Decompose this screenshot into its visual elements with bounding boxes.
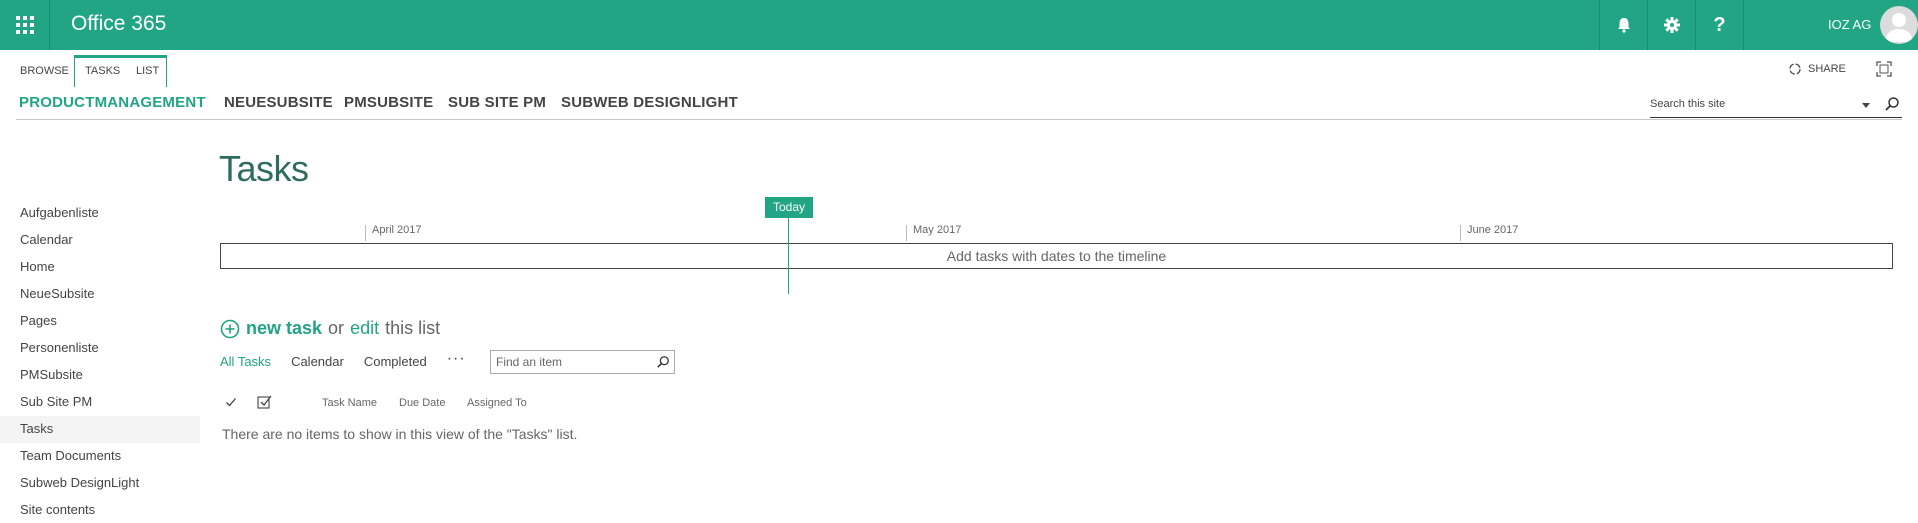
bell-icon: [1617, 18, 1630, 33]
column-header-assigned-to[interactable]: Assigned To: [467, 397, 527, 409]
help-icon: ?: [1713, 13, 1726, 36]
column-header-due-date[interactable]: Due Date: [399, 397, 445, 409]
quicklaunch-item-aufgabenliste[interactable]: Aufgabenliste: [0, 200, 200, 227]
find-item-box: [490, 350, 675, 374]
timeline: April 2017 May 2017 June 2017 Add tasks …: [220, 197, 1893, 297]
search-icon[interactable]: [656, 355, 670, 369]
settings-button[interactable]: [1647, 0, 1695, 50]
topnav-item-neuesubsite[interactable]: NEUESUBSITE: [224, 94, 333, 111]
more-views-icon[interactable]: ···: [447, 350, 466, 368]
new-task-link[interactable]: new task: [246, 318, 322, 339]
timeline-month-may: May 2017: [906, 225, 961, 241]
empty-list-message: There are no items to show in this view …: [222, 426, 578, 442]
site-search-input[interactable]: [1650, 95, 1850, 110]
share-icon: [1789, 63, 1801, 75]
edit-list-link[interactable]: edit: [350, 318, 379, 339]
ribbon-tab-tasks[interactable]: TASKS: [85, 56, 120, 86]
topnav-item-pmsubsite[interactable]: PMSUBSITE: [344, 94, 433, 111]
today-marker: Today: [765, 197, 813, 218]
topnav-divider: [16, 119, 1902, 120]
today-marker-line: [788, 218, 789, 294]
topnav-item-subweb-designlight[interactable]: SUBWEB DESIGNLIGHT: [561, 94, 738, 111]
view-all-tasks[interactable]: All Tasks: [220, 354, 271, 369]
site-search: [1650, 94, 1902, 118]
quicklaunch-item-calendar[interactable]: Calendar: [0, 227, 200, 254]
quicklaunch-item-subweb-designlight[interactable]: Subweb DesignLight: [0, 470, 200, 497]
this-list-text: this list: [385, 318, 441, 338]
user-name[interactable]: IOZ AG: [1828, 17, 1871, 32]
quicklaunch-item-pmsubsite[interactable]: PMSubsite: [0, 362, 200, 389]
view-selector: All Tasks Calendar Completed ···: [220, 350, 466, 370]
quicklaunch-item-team-documents[interactable]: Team Documents: [0, 443, 200, 470]
quicklaunch-item-home[interactable]: Home: [0, 254, 200, 281]
notifications-button[interactable]: [1599, 0, 1647, 50]
avatar[interactable]: [1880, 6, 1918, 44]
avatar-icon: [1885, 13, 1913, 42]
topnav-item-productmanagement[interactable]: PRODUCTMANAGEMENT: [19, 94, 206, 111]
search-icon[interactable]: [1884, 96, 1900, 112]
quicklaunch-item-sub-site-pm[interactable]: Sub Site PM: [0, 389, 200, 416]
help-button[interactable]: ?: [1695, 0, 1743, 50]
quicklaunch-item-pages[interactable]: Pages: [0, 308, 200, 335]
timeline-month-june: June 2017: [1460, 225, 1518, 241]
ribbon-tab-browse[interactable]: BROWSE: [20, 56, 69, 86]
quicklaunch-item-personenliste[interactable]: Personenliste: [0, 335, 200, 362]
quicklaunch-item-tasks[interactable]: Tasks: [0, 416, 200, 443]
checkmark-icon[interactable]: [225, 396, 237, 408]
page-title: Tasks: [219, 148, 309, 189]
timeline-month-april: April 2017: [365, 225, 422, 241]
share-button[interactable]: SHARE: [1788, 62, 1846, 76]
view-completed[interactable]: Completed: [364, 354, 427, 369]
view-calendar[interactable]: Calendar: [291, 354, 344, 369]
find-item-input[interactable]: [491, 351, 641, 373]
timeline-bar[interactable]: Add tasks with dates to the timeline: [220, 243, 1893, 269]
completed-checkbox-icon[interactable]: [257, 394, 273, 410]
suite-bar: Office 365 ? IOZ AG: [0, 0, 1918, 50]
fullscreen-icon: [1876, 61, 1892, 77]
add-circle-icon[interactable]: [220, 319, 240, 339]
new-task-bar: new task or edit this list: [220, 318, 440, 339]
app-launcher-button[interactable]: [0, 0, 50, 50]
quicklaunch-item-site-contents[interactable]: Site contents: [0, 497, 200, 523]
column-header-task-name[interactable]: Task Name: [322, 397, 377, 409]
brand-title[interactable]: Office 365: [71, 12, 166, 36]
focus-content-button[interactable]: [1876, 61, 1892, 77]
search-scope-dropdown-icon[interactable]: [1860, 99, 1872, 111]
new-task-or: or: [328, 318, 345, 338]
quicklaunch-item-neuesubsite[interactable]: NeueSubsite: [0, 281, 200, 308]
topnav-item-sub-site-pm[interactable]: SUB SITE PM: [448, 94, 546, 111]
ribbon-tab-list[interactable]: LIST: [136, 56, 159, 86]
gear-icon: [1663, 17, 1680, 33]
quick-launch: Aufgabenliste Calendar Home NeueSubsite …: [0, 200, 200, 523]
suite-divider: [1743, 0, 1744, 50]
share-label: SHARE: [1808, 63, 1846, 75]
app-launcher-icon: [15, 16, 34, 34]
